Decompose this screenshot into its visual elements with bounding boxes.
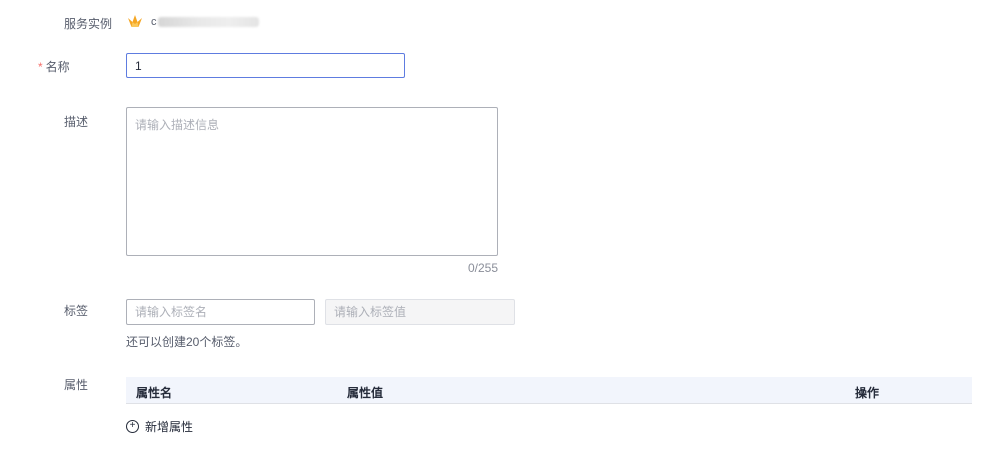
instance-value: c [151, 16, 157, 28]
attributes-label: 属性 [64, 378, 89, 392]
add-attribute-button[interactable]: + 新增属性 [126, 418, 193, 434]
instance-value-redacted [158, 17, 259, 27]
plus-circle-icon: + [126, 419, 139, 433]
tags-label: 标签 [64, 304, 89, 318]
column-header-actions: 操作 [855, 386, 880, 400]
add-attribute-label: 新增属性 [145, 419, 194, 434]
crown-icon [127, 13, 143, 29]
column-header-attribute-name: 属性名 [136, 386, 173, 400]
instance-label: 服务实例 [64, 17, 113, 31]
description-textarea[interactable] [126, 107, 498, 256]
description-counter: 0/255 [468, 261, 499, 275]
name-label: * 名称 [38, 58, 70, 75]
description-label: 描述 [64, 115, 89, 129]
tags-hint: 还可以创建20个标签。 [126, 335, 248, 349]
column-header-attribute-value: 属性值 [347, 386, 384, 400]
tag-key-input[interactable] [126, 299, 315, 325]
attributes-table-header: 属性名 属性值 操作 [126, 377, 972, 404]
name-label-text: 名称 [45, 60, 70, 74]
tag-value-input[interactable] [325, 299, 515, 325]
required-mark: * [38, 60, 43, 74]
name-input[interactable] [126, 53, 405, 78]
